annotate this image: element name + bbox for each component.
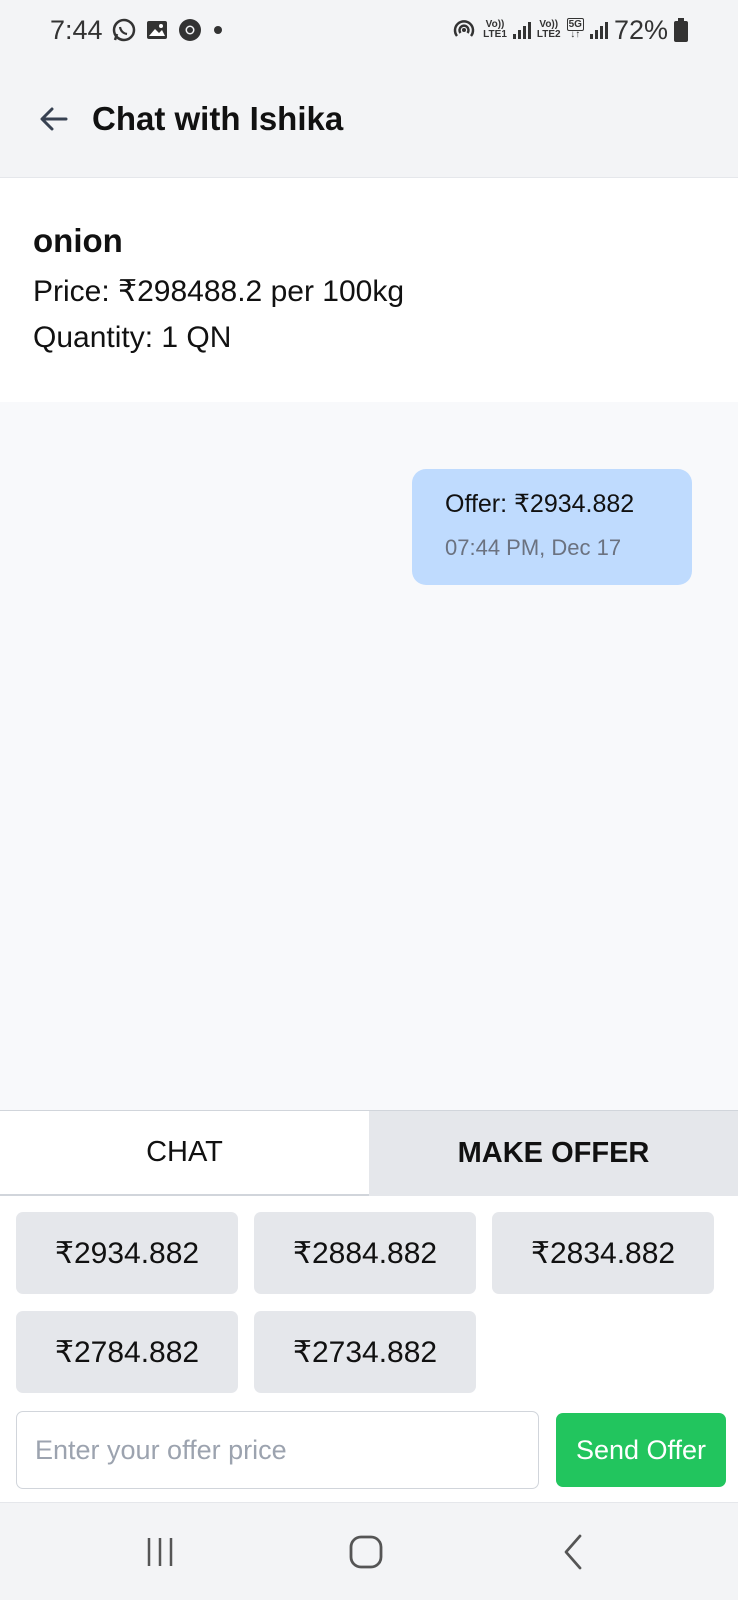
product-name: onion <box>33 222 123 259</box>
whatsapp-icon <box>111 17 137 43</box>
home-button[interactable] <box>306 1503 426 1600</box>
signal-icon <box>512 21 531 39</box>
product-quantity: Quantity: 1 QN <box>33 321 232 354</box>
dot-icon <box>211 23 225 37</box>
message-text: Offer: ₹2934.882 <box>445 490 635 518</box>
network-indicator: 5G ↓↑ <box>566 18 584 40</box>
sim1-indicator: Vo)) LTE1 <box>483 20 507 40</box>
tab-chat[interactable]: CHAT <box>0 1111 369 1196</box>
chevron-left-icon <box>564 1534 582 1570</box>
product-card: onion Price: ₹298488.2 per 100kg Quantit… <box>0 178 738 402</box>
recent-apps-icon <box>147 1538 173 1566</box>
send-offer-button[interactable]: Send Offer <box>556 1413 726 1487</box>
quick-offer-button[interactable]: ₹2784.882 <box>16 1311 238 1393</box>
home-icon <box>349 1535 383 1569</box>
arrow-left-icon <box>40 107 68 130</box>
quick-offer-button[interactable]: ₹2734.882 <box>254 1311 476 1393</box>
offer-price-input[interactable] <box>16 1411 539 1489</box>
message-bubble: Offer: ₹2934.882 07:44 PM, Dec 17 <box>412 469 692 585</box>
status-right: Vo)) LTE1 Vo)) LTE2 5G ↓↑ 72% <box>451 15 688 46</box>
system-back-button[interactable] <box>513 1503 633 1600</box>
hotspot-icon <box>451 17 477 43</box>
tab-make-offer[interactable]: MAKE OFFER <box>369 1111 738 1196</box>
app-header: Chat with Ishika <box>0 60 738 178</box>
quick-offer-button[interactable]: ₹2884.882 <box>254 1212 476 1294</box>
data-arrows-icon: ↓↑ <box>570 29 581 40</box>
status-bar: 7:44 Vo)) LTE1 Vo)) LTE2 5G ↓↑ 72% <box>0 0 738 60</box>
sim1-label: LTE1 <box>483 29 507 40</box>
back-button[interactable] <box>36 101 72 137</box>
quick-offer-button[interactable]: ₹2934.882 <box>16 1212 238 1294</box>
battery-icon <box>674 18 688 42</box>
sim2-label: LTE2 <box>536 29 561 40</box>
signal-icon <box>589 21 608 39</box>
battery-percent: 72% <box>613 14 668 45</box>
message-list: Offer: ₹2934.882 07:44 PM, Dec 17 <box>0 402 738 1110</box>
chrome-icon <box>177 17 203 43</box>
message-timestamp: 07:44 PM, Dec 17 <box>445 535 622 560</box>
status-time: 7:44 <box>50 14 103 45</box>
screen: 7:44 Vo)) LTE1 Vo)) LTE2 5G ↓↑ 72% Chat … <box>0 0 738 1600</box>
offer-panel: ₹2934.882 ₹2884.882 ₹2834.882 ₹2784.882 … <box>0 1196 738 1502</box>
system-nav-bar <box>0 1502 738 1600</box>
page-title: Chat with Ishika <box>92 99 344 137</box>
gallery-icon <box>145 18 169 42</box>
product-price: Price: ₹298488.2 per 100kg <box>33 275 405 308</box>
sim2-indicator: Vo)) LTE2 <box>537 20 561 40</box>
recent-apps-button[interactable] <box>100 1503 220 1600</box>
tab-bar: CHAT MAKE OFFER <box>0 1110 738 1196</box>
quick-offer-button[interactable]: ₹2834.882 <box>492 1212 714 1294</box>
status-left: 7:44 <box>50 15 225 46</box>
